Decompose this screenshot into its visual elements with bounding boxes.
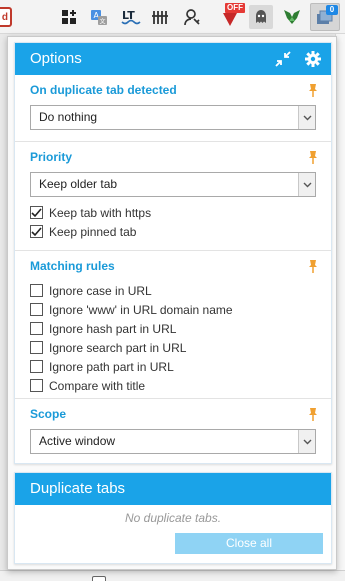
gear-icon[interactable] — [303, 49, 323, 69]
on-duplicate-select[interactable]: Do nothing — [30, 105, 316, 130]
extension-popup: Options On duplicate tab detected Do not… — [7, 36, 337, 570]
user-key-icon[interactable] — [180, 5, 204, 29]
ignore-case-label: Ignore case in URL — [49, 283, 152, 298]
addon-icon[interactable] — [57, 5, 81, 29]
chevron-down-icon — [298, 173, 315, 196]
empty-message: No duplicate tabs. — [124, 511, 222, 525]
off-badge: OFF — [225, 3, 245, 13]
options-title: Options — [30, 50, 82, 67]
options-panel: Options On duplicate tab detected Do not… — [14, 42, 332, 464]
gem-icon[interactable] — [280, 5, 304, 29]
svg-text:LT: LT — [122, 9, 135, 22]
languagetool-icon[interactable]: LT — [119, 5, 143, 29]
bars-icon[interactable] — [148, 5, 172, 29]
pin-icon[interactable] — [307, 407, 319, 421]
keep-https-label: Keep tab with https — [49, 205, 152, 220]
keep-pinned-checkbox[interactable] — [30, 225, 43, 238]
ignore-search-row[interactable]: Ignore search part in URL — [30, 338, 316, 357]
scope-title: Scope — [30, 407, 67, 421]
chevron-down-icon — [298, 430, 315, 453]
keep-pinned-row[interactable]: Keep pinned tab — [30, 222, 316, 241]
close-all-button[interactable]: Close all — [175, 533, 323, 554]
on-duplicate-value: Do nothing — [39, 110, 98, 124]
ignore-path-row[interactable]: Ignore path part in URL — [30, 357, 316, 376]
keep-pinned-label: Keep pinned tab — [49, 224, 137, 239]
ghostery-icon[interactable] — [249, 5, 273, 29]
duplicate-tabs-header: Duplicate tabs — [15, 473, 331, 505]
matching-rules-title: Matching rules — [30, 259, 115, 273]
ignore-case-row[interactable]: Ignore case in URL — [30, 281, 316, 300]
scope-value: Active window — [39, 434, 116, 448]
pin-icon[interactable] — [307, 83, 319, 97]
background-checkbox — [92, 576, 106, 581]
pdf-extension-icon[interactable]: d — [0, 7, 12, 27]
priority-title: Priority — [30, 150, 73, 164]
pin-icon[interactable] — [307, 259, 319, 273]
keep-https-checkbox[interactable] — [30, 206, 43, 219]
options-header: Options — [15, 43, 331, 75]
duplicate-tabs-title: Duplicate tabs — [30, 480, 126, 497]
keep-https-row[interactable]: Keep tab with https — [30, 203, 316, 222]
on-duplicate-section: On duplicate tab detected Do nothing — [15, 75, 331, 142]
ignore-path-label: Ignore path part in URL — [49, 359, 174, 374]
matching-rules-section: Matching rules Ignore case in URL Ignore… — [15, 251, 331, 399]
priority-value: Keep older tab — [39, 177, 118, 191]
ignore-case-checkbox[interactable] — [30, 284, 43, 297]
pin-icon[interactable] — [307, 150, 319, 164]
on-duplicate-title: On duplicate tab detected — [30, 83, 177, 97]
chevron-down-icon — [298, 106, 315, 129]
compare-title-checkbox[interactable] — [30, 379, 43, 392]
ignore-hash-checkbox[interactable] — [30, 322, 43, 335]
duplicate-tabs-panel: Duplicate tabs No duplicate tabs. Close … — [14, 472, 332, 564]
ignore-www-label: Ignore 'www' in URL domain name — [49, 302, 233, 317]
scope-select[interactable]: Active window — [30, 429, 316, 454]
ignore-www-checkbox[interactable] — [30, 303, 43, 316]
ignore-search-checkbox[interactable] — [30, 341, 43, 354]
ignore-www-row[interactable]: Ignore 'www' in URL domain name — [30, 300, 316, 319]
translate-icon[interactable]: A文 — [87, 5, 111, 29]
extension-toolbar: d A文 LT OFF 0 — [0, 0, 345, 34]
compare-title-label: Compare with title — [49, 378, 146, 393]
collapse-icon[interactable] — [273, 49, 293, 69]
svg-text:文: 文 — [100, 18, 106, 26]
ignore-hash-label: Ignore hash part in URL — [49, 321, 177, 336]
duplicate-tabs-icon[interactable]: 0 — [310, 3, 340, 31]
compare-title-row[interactable]: Compare with title — [30, 376, 316, 395]
page-background-bottom — [0, 570, 345, 581]
ignore-path-checkbox[interactable] — [30, 360, 43, 373]
ignore-hash-row[interactable]: Ignore hash part in URL — [30, 319, 316, 338]
pdf-extension-glyph: d — [1, 11, 8, 23]
duplicate-count-badge: 0 — [326, 5, 338, 15]
ignore-search-label: Ignore search part in URL — [49, 340, 187, 355]
priority-select[interactable]: Keep older tab — [30, 172, 316, 197]
priority-section: Priority Keep older tab Keep tab with ht… — [15, 142, 331, 251]
off-extension-icon[interactable]: OFF — [218, 3, 245, 29]
scope-section: Scope Active window — [15, 399, 331, 463]
